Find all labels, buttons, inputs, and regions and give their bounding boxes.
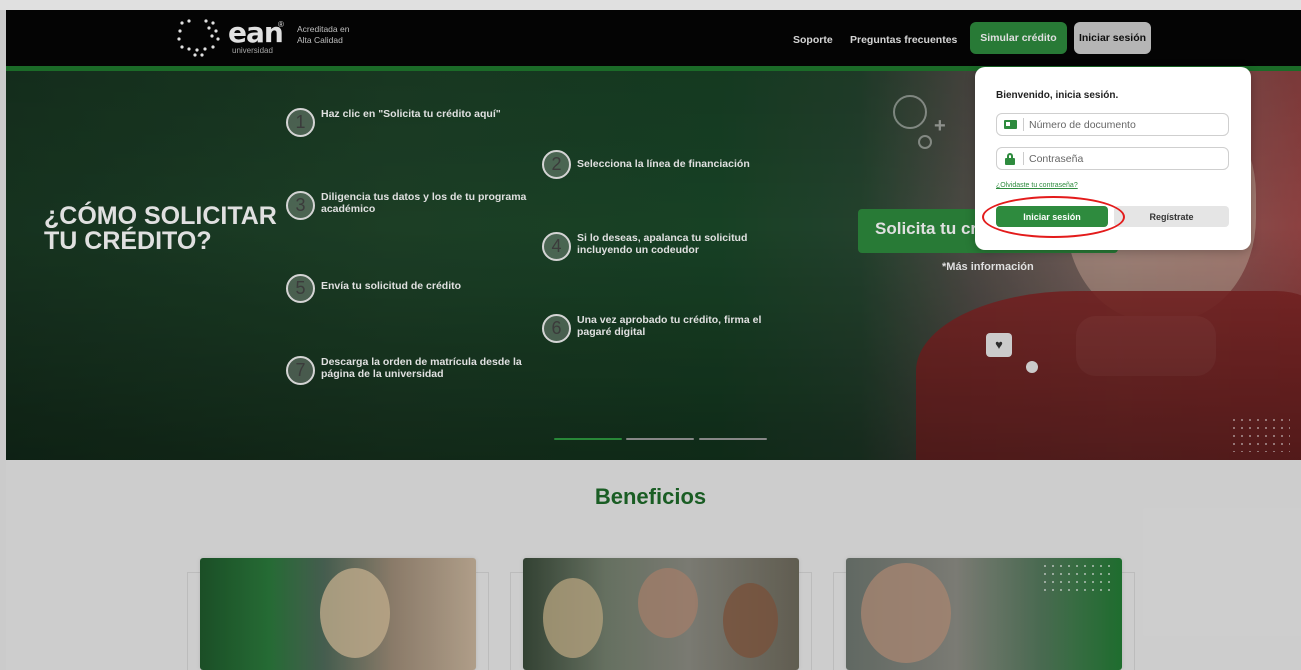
lock-icon [997, 152, 1023, 165]
login-title: Bienvenido, inicia sesión. [996, 90, 1119, 101]
forgot-password-link[interactable]: ¿Olvidaste tu contraseña? [996, 182, 1078, 189]
password-field[interactable] [996, 147, 1229, 170]
location-pin-icon [1026, 361, 1038, 373]
accreditation-line-1: Acreditada en [297, 24, 350, 34]
mas-informacion-link[interactable]: *Más información [942, 261, 1034, 273]
iniciar-sesion-nav-button[interactable]: Iniciar sesión [1074, 22, 1151, 54]
card-2-person-3 [723, 583, 778, 658]
slider-indicator-1[interactable] [554, 438, 622, 440]
step-5: 5 Envía tu solicitud de crédito [286, 274, 541, 303]
benefit-card-3-image[interactable] [846, 558, 1122, 670]
password-input[interactable] [1029, 152, 1219, 165]
step-number-7: 7 [286, 356, 315, 385]
decor-circle-large [893, 95, 927, 129]
logo-registered-mark: ® [278, 20, 284, 29]
step-1: 1 Haz clic en "Solicita tu crédito aquí" [286, 108, 541, 137]
document-number-input[interactable] [1029, 118, 1219, 131]
register-button[interactable]: Regístrate [1114, 206, 1229, 227]
benefit-card-1-image[interactable] [200, 558, 476, 670]
card-1-person [320, 568, 390, 658]
highlight-annotation-ring [982, 196, 1125, 238]
decor-circle-small [918, 135, 932, 149]
decor-plus-icon: + [934, 115, 946, 137]
site-header: ean ® universidad Acreditada en Alta Cal… [6, 10, 1301, 66]
benefit-card-2-image[interactable] [523, 558, 799, 670]
field-separator [1023, 152, 1024, 165]
step-4: 4 Si lo deseas, apalanca tu solicitud in… [542, 232, 797, 261]
document-number-field[interactable] [996, 113, 1229, 136]
hero-title-line-2: TU CRÉDITO? [44, 227, 212, 255]
nav-soporte-link[interactable]: Soporte [793, 34, 833, 46]
slider-indicator-2[interactable] [626, 438, 694, 440]
step-text-3: Diligencia tus datos y los de tu program… [321, 191, 527, 215]
accreditation-text: Acreditada en Alta Calidad [297, 24, 349, 46]
heart-chat-icon: ♥ [986, 333, 1012, 357]
step-number-3: 3 [286, 191, 315, 220]
ean-logo[interactable]: ean ® universidad [176, 16, 286, 62]
top-strip [0, 0, 1301, 10]
step-text-2: Selecciona la línea de financiación [577, 158, 750, 170]
step-number-1: 1 [286, 108, 315, 137]
simular-credito-button[interactable]: Simular crédito [970, 22, 1067, 54]
slider-indicator-3[interactable] [699, 438, 767, 440]
decor-dots-grid [1230, 416, 1290, 452]
nav-faq-link[interactable]: Preguntas frecuentes [850, 34, 957, 46]
step-number-6: 6 [542, 314, 571, 343]
step-6: 6 Una vez aprobado tu crédito, firma el … [542, 314, 797, 343]
step-text-5: Envía tu solicitud de crédito [321, 280, 462, 292]
step-text-1: Haz clic en "Solicita tu crédito aquí" [321, 108, 501, 120]
accreditation-line-2: Alta Calidad [297, 35, 343, 45]
step-text-4: Si lo deseas, apalanca tu solicitud incl… [577, 232, 748, 256]
step-2: 2 Selecciona la línea de financiación [542, 150, 797, 179]
step-number-2: 2 [542, 150, 571, 179]
card-2-person-2 [638, 568, 698, 638]
step-number-5: 5 [286, 274, 315, 303]
step-text-7: Descarga la orden de matrícula desde la … [321, 356, 522, 380]
step-text-6: Una vez aprobado tu crédito, firma el pa… [577, 314, 762, 338]
hero-title: ¿CÓMO SOLICITAR TU CRÉDITO? [44, 204, 277, 254]
card-3-person [861, 563, 951, 663]
beneficios-title: Beneficios [594, 484, 707, 509]
step-number-4: 4 [542, 232, 571, 261]
id-card-icon [997, 120, 1023, 129]
card-2-person-1 [543, 578, 603, 658]
step-7: 7 Descarga la orden de matrícula desde l… [286, 356, 541, 385]
step-3: 3 Diligencia tus datos y los de tu progr… [286, 191, 541, 220]
hero-title-line-1: ¿CÓMO SOLICITAR [44, 202, 277, 230]
logo-subtitle: universidad [232, 46, 273, 55]
card-3-dots [1041, 562, 1111, 594]
field-separator [1023, 118, 1024, 131]
logo-dots-icon [177, 19, 220, 57]
logo-wordmark: ean [228, 16, 284, 49]
